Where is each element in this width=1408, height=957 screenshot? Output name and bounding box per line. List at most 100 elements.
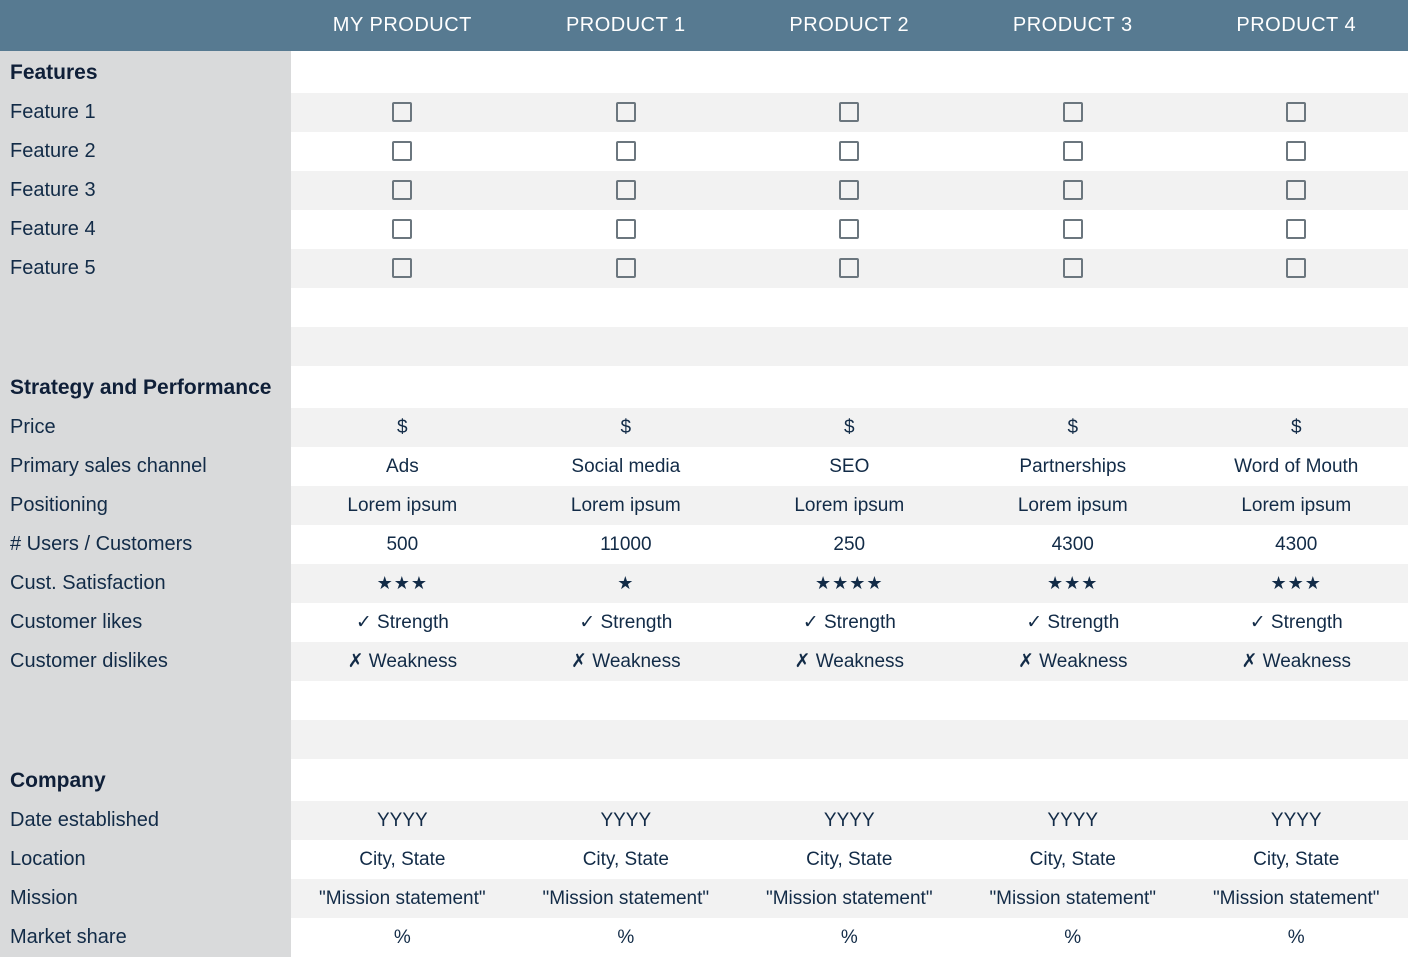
checkbox-icon[interactable] <box>616 141 636 161</box>
value-cell <box>1184 249 1408 288</box>
column-header-label: PRODUCT 3 <box>1013 14 1133 36</box>
checkbox-icon[interactable] <box>392 258 412 278</box>
checkbox-icon[interactable] <box>1063 180 1083 200</box>
empty-cell <box>961 759 1184 801</box>
row-label-text: # Users / Customers <box>10 533 192 555</box>
value-cell: "Mission statement" <box>514 879 737 918</box>
empty-cell <box>514 681 737 720</box>
value-cell: Word of Mouth <box>1184 447 1408 486</box>
value-text: % <box>617 927 634 948</box>
checkbox-icon[interactable] <box>839 219 859 239</box>
checkbox-icon[interactable] <box>1063 102 1083 122</box>
empty-cell <box>738 681 961 720</box>
empty-cell <box>514 327 737 366</box>
value-text: Lorem ipsum <box>794 495 904 516</box>
checkbox-icon[interactable] <box>1063 141 1083 161</box>
value-cell: Social media <box>514 447 737 486</box>
row-label: Feature 2 <box>0 132 291 171</box>
value-cell: Partnerships <box>961 447 1184 486</box>
spacer-row <box>0 681 1408 720</box>
value-cell: ★★★ <box>291 564 514 603</box>
empty-cell <box>961 51 1184 93</box>
checkbox-icon[interactable] <box>1063 219 1083 239</box>
column-header: PRODUCT 2 <box>738 0 961 51</box>
empty-cell <box>1184 759 1408 801</box>
empty-cell <box>514 366 737 408</box>
spacer-row <box>0 720 1408 759</box>
value-text: $ <box>1291 417 1302 438</box>
column-header: PRODUCT 4 <box>1184 0 1408 51</box>
value-cell: $ <box>738 408 961 447</box>
spacer-label <box>0 327 291 366</box>
checkbox-icon[interactable] <box>616 258 636 278</box>
row-label: Feature 1 <box>0 93 291 132</box>
value-cell: ✗ Weakness <box>961 642 1184 681</box>
empty-cell <box>514 51 737 93</box>
value-cell <box>291 171 514 210</box>
empty-cell <box>1184 288 1408 327</box>
checkbox-icon[interactable] <box>392 102 412 122</box>
spacer-label <box>0 681 291 720</box>
row-label: Customer dislikes <box>0 642 291 681</box>
empty-cell <box>738 759 961 801</box>
checkbox-icon[interactable] <box>839 102 859 122</box>
value-cell: City, State <box>738 840 961 879</box>
spacer-row <box>0 288 1408 327</box>
value-text: ✓ Strength <box>1026 612 1119 633</box>
value-cell: 500 <box>291 525 514 564</box>
table-row: Customer likes✓ Strength✓ Strength✓ Stre… <box>0 603 1408 642</box>
value-cell <box>1184 93 1408 132</box>
value-text: 11000 <box>600 534 651 555</box>
checkbox-icon[interactable] <box>1286 258 1306 278</box>
value-cell <box>961 249 1184 288</box>
empty-cell <box>514 759 737 801</box>
section-title-label: Company <box>10 769 106 792</box>
value-cell: ✓ Strength <box>961 603 1184 642</box>
value-cell: Lorem ipsum <box>291 486 514 525</box>
value-cell <box>291 93 514 132</box>
checkbox-icon[interactable] <box>1286 180 1306 200</box>
value-text: $ <box>397 417 408 438</box>
empty-cell <box>1184 720 1408 759</box>
value-text: ✓ Strength <box>1250 612 1343 633</box>
value-text: Social media <box>571 456 680 477</box>
checkbox-icon[interactable] <box>1286 102 1306 122</box>
checkbox-icon[interactable] <box>616 180 636 200</box>
value-cell <box>514 132 737 171</box>
value-text: YYYY <box>600 810 651 831</box>
checkbox-icon[interactable] <box>839 180 859 200</box>
checkbox-icon[interactable] <box>1063 258 1083 278</box>
value-cell: City, State <box>1184 840 1408 879</box>
value-text: YYYY <box>824 810 875 831</box>
empty-cell <box>961 366 1184 408</box>
checkbox-icon[interactable] <box>392 180 412 200</box>
star-rating: ★★★ <box>377 573 428 593</box>
value-text: "Mission statement" <box>1213 888 1380 909</box>
checkbox-icon[interactable] <box>1286 141 1306 161</box>
value-cell <box>291 249 514 288</box>
value-text: "Mission statement" <box>989 888 1156 909</box>
star-rating: ★★★ <box>1047 573 1098 593</box>
value-cell: $ <box>1184 408 1408 447</box>
value-cell: ✗ Weakness <box>1184 642 1408 681</box>
value-text: $ <box>621 417 632 438</box>
header-blank <box>0 0 291 51</box>
spacer-label <box>0 720 291 759</box>
table-row: Customer dislikes✗ Weakness✗ Weakness✗ W… <box>0 642 1408 681</box>
value-text: ✓ Strength <box>803 612 896 633</box>
checkbox-icon[interactable] <box>392 219 412 239</box>
checkbox-icon[interactable] <box>616 102 636 122</box>
value-cell: ✓ Strength <box>1184 603 1408 642</box>
empty-cell <box>291 366 514 408</box>
checkbox-icon[interactable] <box>616 219 636 239</box>
section-row-features: Features <box>0 51 1408 93</box>
checkbox-icon[interactable] <box>1286 219 1306 239</box>
value-text: YYYY <box>377 810 428 831</box>
value-cell: YYYY <box>738 801 961 840</box>
checkbox-icon[interactable] <box>839 258 859 278</box>
table-row: Feature 4 <box>0 210 1408 249</box>
checkbox-icon[interactable] <box>839 141 859 161</box>
checkbox-icon[interactable] <box>392 141 412 161</box>
value-text: Lorem ipsum <box>571 495 681 516</box>
value-text: % <box>394 927 411 948</box>
